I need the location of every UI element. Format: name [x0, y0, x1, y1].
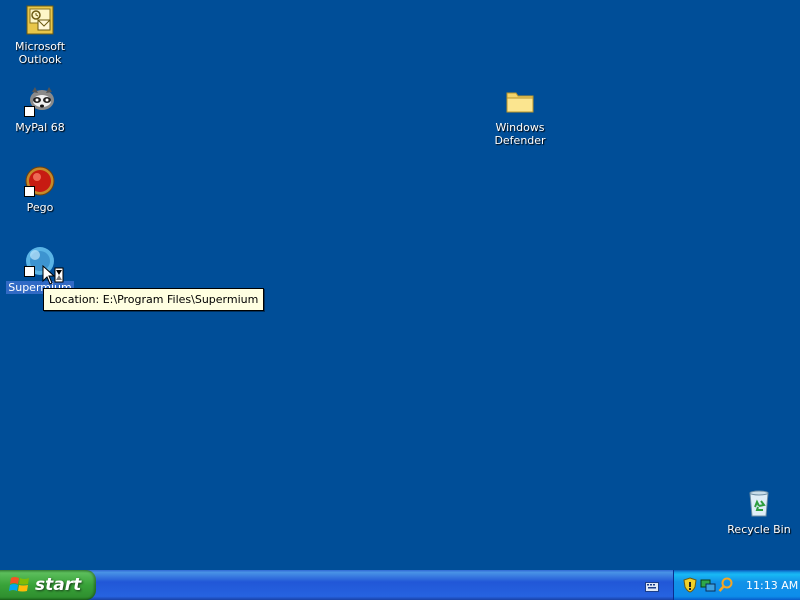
- clock[interactable]: 11:13 AM: [746, 579, 798, 592]
- desktop-icon-label: Recycle Bin: [727, 523, 791, 536]
- outlook-icon: [24, 4, 56, 36]
- shortcut-arrow-icon: [24, 186, 35, 197]
- desktop-icon-windows-defender[interactable]: Windows Defender: [482, 85, 558, 147]
- start-button[interactable]: start: [0, 570, 96, 600]
- network-icon[interactable]: [700, 577, 716, 593]
- keyboard-icon[interactable]: [645, 578, 659, 597]
- shortcut-arrow-icon: [24, 106, 35, 117]
- shortcut-arrow-icon: [24, 266, 35, 277]
- pego-icon: [24, 165, 56, 197]
- start-label: start: [35, 575, 82, 595]
- desktop-icon-label: Windows Defender: [494, 121, 546, 147]
- taskbar: start 11:13 AM: [0, 570, 800, 600]
- mypal-icon: [24, 85, 56, 117]
- search-icon[interactable]: [718, 577, 734, 593]
- desktop-icon-microsoft-outlook[interactable]: Microsoft Outlook: [2, 4, 78, 66]
- desktop-icon-mypal-68[interactable]: MyPal 68: [2, 85, 78, 134]
- security-shield-icon[interactable]: [682, 577, 698, 593]
- location-tooltip: Location: E:\Program Files\Supermium: [43, 288, 265, 311]
- desktop-icon-label: MyPal 68: [15, 121, 65, 134]
- desktop-icon-label: Microsoft Outlook: [14, 40, 66, 66]
- desktop-icon-recycle-bin[interactable]: Recycle Bin: [721, 487, 797, 536]
- desktop-icon-label: Pego: [26, 201, 54, 214]
- system-tray: 11:13 AM: [673, 570, 800, 600]
- folder-icon: [504, 85, 536, 117]
- windows-logo-icon: [9, 577, 29, 592]
- desktop[interactable]: Microsoft Outlook MyPal 68 Pego Supermiu…: [0, 0, 800, 570]
- desktop-icon-supermium[interactable]: Supermium: [2, 245, 78, 294]
- desktop-icon-pego[interactable]: Pego: [2, 165, 78, 214]
- recycle-bin-icon: [743, 487, 775, 519]
